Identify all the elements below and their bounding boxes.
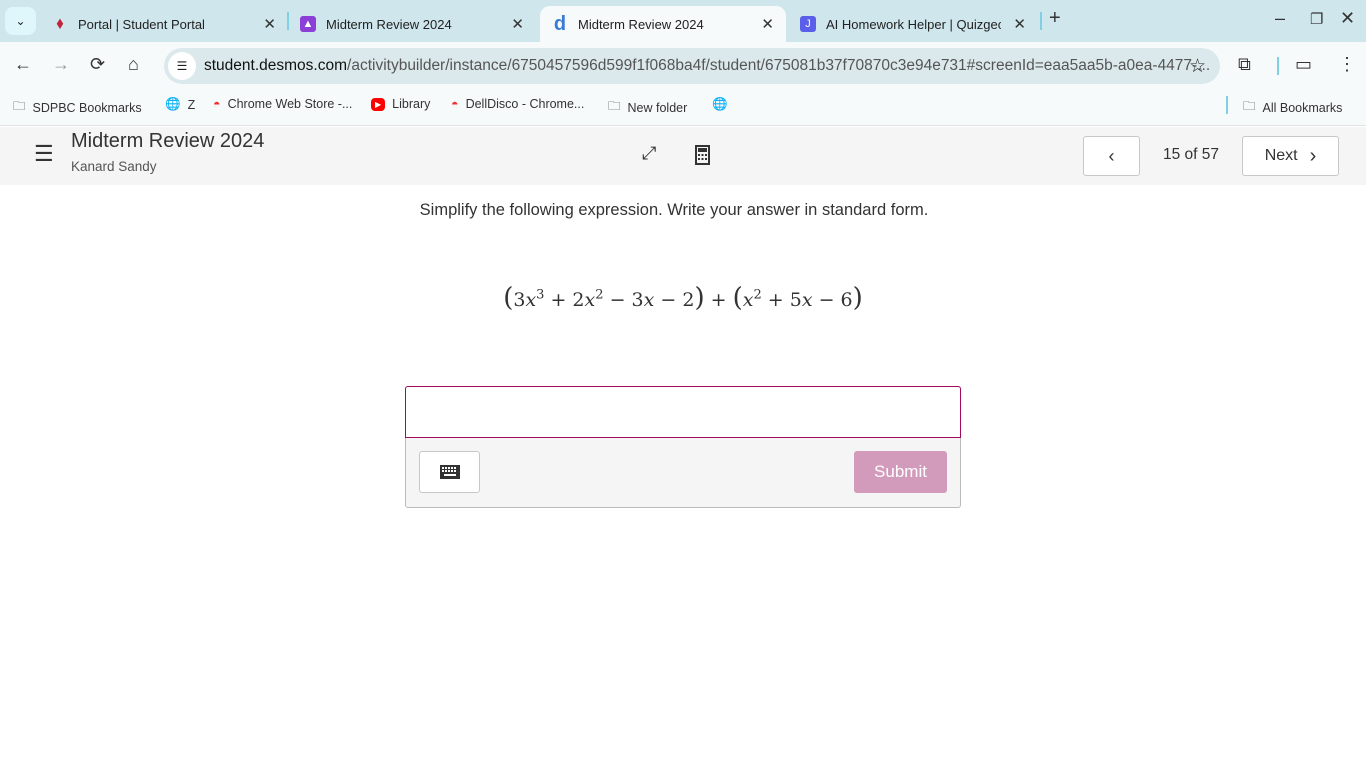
tab-title: Midterm Review 2024 <box>578 16 704 32</box>
calculator-icon[interactable] <box>695 145 710 165</box>
back-button[interactable]: ← <box>14 54 32 75</box>
tab-title: Midterm Review 2024 <box>326 16 452 32</box>
bookmark-new-folder[interactable]: 🗀 New folder <box>608 97 687 118</box>
fullscreen-icon[interactable]: ⤢ <box>642 143 656 164</box>
tab-midterm-desmos[interactable]: d Midterm Review 2024 ✕ <box>540 6 786 42</box>
globe-icon: 🌐 <box>712 97 728 111</box>
bookmark-sdpbc[interactable]: 🗀 SDPBC Bookmarks <box>13 97 142 118</box>
youtube-icon: ▶ <box>371 97 386 111</box>
globe-icon: 🌐 <box>165 97 181 111</box>
bookmark-globe[interactable]: 🌐 <box>712 97 728 112</box>
keyboard-icon <box>439 465 460 479</box>
activity-header: ☰ Midterm Review 2024 Kanard Sandy ⤢ ‹ 1… <box>0 127 1366 185</box>
answer-panel: Submit <box>405 386 961 508</box>
url-text: student.desmos.com/activitybuilder/insta… <box>204 57 1211 74</box>
folder-icon: 🗀 <box>1243 99 1256 113</box>
chevron-left-icon: ‹ <box>1108 145 1115 166</box>
star-icon[interactable]: ☆ <box>1189 55 1206 78</box>
tab-portal[interactable]: ⬧ Portal | Student Portal ✕ <box>52 6 288 42</box>
chevron-down-icon: ⌄ <box>15 14 26 28</box>
tab-strip: ⌄ ⬧ Portal | Student Portal ✕ ▲ Midterm … <box>0 0 1366 42</box>
previous-button[interactable]: ‹ <box>1083 136 1140 176</box>
new-tab-button[interactable]: + <box>1049 7 1061 30</box>
page-counter: 15 of 57 <box>1163 146 1220 163</box>
bookmark-delldisco[interactable]: ◓ DellDisco - Chrome... <box>451 97 584 111</box>
bookmark-z[interactable]: 🌐 Z <box>165 97 195 112</box>
address-bar[interactable]: ☰ student.desmos.com/activitybuilder/ins… <box>164 48 1220 84</box>
tab-midterm-classroom[interactable]: ▲ Midterm Review 2024 ✕ <box>300 6 536 42</box>
tab-search-button[interactable]: ⌄ <box>5 7 36 35</box>
tab-title: Portal | Student Portal <box>78 16 205 32</box>
math-keyboard-button[interactable] <box>419 451 480 493</box>
tab-quizgecko[interactable]: J AI Homework Helper | Quizgeck ✕ <box>800 6 1036 42</box>
next-button[interactable]: Next › <box>1242 136 1339 176</box>
all-bookmarks[interactable]: 🗀 All Bookmarks <box>1243 97 1342 118</box>
restore-button[interactable]: ❐ <box>1310 10 1323 28</box>
close-icon[interactable]: ✕ <box>1013 15 1026 33</box>
folder-icon: 🗀 <box>608 99 621 113</box>
bookmark-library[interactable]: ▶ Library <box>371 97 430 111</box>
close-icon[interactable]: ✕ <box>511 15 524 33</box>
hamburger-menu-icon[interactable]: ☰ <box>34 141 54 167</box>
close-icon[interactable]: ✕ <box>263 15 276 33</box>
portal-shield-icon: ⬧ <box>56 15 64 32</box>
close-window-button[interactable]: ✕ <box>1340 8 1355 29</box>
desmos-d-icon: d <box>553 12 567 35</box>
tab-title: AI Homework Helper | Quizgeck <box>826 16 1001 32</box>
answer-input[interactable] <box>405 386 961 438</box>
chevron-right-icon: › <box>1309 144 1317 167</box>
site-settings-icon[interactable]: ☰ <box>168 52 196 80</box>
bookmarks-bar: 🗀 SDPBC Bookmarks 🌐 Z ◓ Chrome Web Store -.… <box>0 88 1366 126</box>
submit-button[interactable]: Submit <box>854 451 947 493</box>
chrome-web-store-icon: ◓ <box>451 97 459 111</box>
minimize-button[interactable]: – <box>1275 8 1285 29</box>
forward-button[interactable]: → <box>52 54 70 75</box>
chrome-web-store-icon: ◓ <box>213 97 221 111</box>
student-name: Kanard Sandy <box>71 159 157 174</box>
close-icon[interactable]: ✕ <box>761 15 774 33</box>
cast-icon[interactable]: ▭ <box>1295 54 1312 75</box>
menu-dots-icon[interactable]: ⋮ <box>1338 54 1356 75</box>
quizgecko-icon: J <box>800 16 816 32</box>
question-prompt: Simplify the following expression. Write… <box>419 201 929 219</box>
page-title: Midterm Review 2024 <box>71 130 265 152</box>
math-expression: (3x3 + 2x2 − 3x − 2) + (x2 + 5x − 6) <box>503 283 863 313</box>
home-button[interactable]: ⌂ <box>128 54 139 75</box>
browser-toolbar: ← → ⟳ ⌂ ☰ student.desmos.com/activitybui… <box>0 42 1366 88</box>
folder-settings-icon: 🗀 <box>13 99 26 113</box>
extensions-icon[interactable]: ⧉ <box>1238 54 1251 75</box>
bookmark-chrome-web-store[interactable]: ◓ Chrome Web Store -... <box>213 97 352 111</box>
classroom-icon: ▲ <box>300 16 316 32</box>
reload-button[interactable]: ⟳ <box>90 54 105 75</box>
